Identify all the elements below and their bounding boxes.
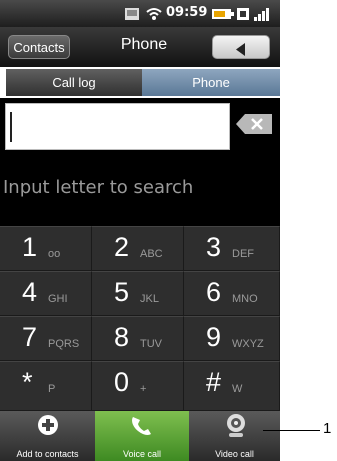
key-letters: PQRS: [48, 338, 80, 350]
key-letters: oo: [48, 248, 61, 260]
key-2[interactable]: 2 ABC: [92, 226, 184, 271]
key-letters: TUV: [140, 338, 162, 350]
sim-icon: [236, 6, 250, 25]
phone-screen: 09:59 Contacts Phone Call log Phone Inpu…: [0, 0, 280, 461]
key-digit: 5: [114, 277, 130, 307]
add-to-contacts-button[interactable]: Add to contacts: [0, 411, 95, 461]
key-letters: P: [48, 383, 56, 395]
tab-call-log[interactable]: Call log: [6, 69, 142, 96]
tab-bar: Call log Phone: [0, 67, 280, 98]
key-letters: MNO: [232, 293, 258, 305]
key-digit: 7: [22, 322, 38, 352]
video-call-label: Video call: [215, 449, 254, 459]
status-bar: 09:59: [0, 0, 280, 27]
video-call-button[interactable]: Video call: [189, 411, 280, 461]
back-button[interactable]: [212, 35, 270, 59]
key-6[interactable]: 6 MNO: [184, 271, 280, 316]
callout-line: [263, 430, 320, 431]
back-arrow-icon: [235, 41, 247, 60]
text-cursor: [10, 112, 12, 142]
key-7[interactable]: 7 PQRS: [0, 316, 92, 361]
key-digit: 2: [114, 232, 130, 262]
key-8[interactable]: 8 TUV: [92, 316, 184, 361]
signal-icon: [254, 6, 272, 25]
key-digit: 3: [206, 232, 222, 262]
wifi-icon: [146, 6, 162, 25]
key-letters: W: [232, 383, 243, 395]
phone-handset-icon: [129, 414, 155, 442]
add-to-contacts-label: Add to contacts: [16, 449, 79, 459]
media-icon: [124, 6, 140, 25]
voice-call-label: Voice call: [122, 449, 162, 459]
tab-phone[interactable]: Phone: [142, 69, 280, 96]
video-camera-icon: [224, 413, 248, 443]
key-9[interactable]: 9 WXYZ: [184, 316, 280, 361]
key-digit: 6: [206, 277, 222, 307]
key-star[interactable]: * P: [0, 361, 92, 411]
key-letters: JKL: [140, 293, 159, 305]
battery-icon: [212, 6, 234, 25]
key-digit: 4: [22, 277, 38, 307]
key-digit: #: [206, 367, 222, 397]
key-hash[interactable]: # W: [184, 361, 280, 411]
number-input[interactable]: [5, 103, 230, 150]
key-letters: GHI: [48, 293, 68, 305]
key-digit: 1: [22, 232, 38, 262]
key-digit: 8: [114, 322, 130, 352]
voice-call-button[interactable]: Voice call: [95, 411, 189, 461]
key-letters: DEF: [232, 248, 254, 260]
callout-number: 1: [323, 420, 332, 437]
backspace-icon: [236, 114, 272, 138]
page-title: Phone: [120, 36, 168, 53]
key-4[interactable]: 4 GHI: [0, 271, 92, 316]
key-digit: *: [22, 367, 33, 397]
key-letters: +: [140, 383, 147, 395]
key-5[interactable]: 5 JKL: [92, 271, 184, 316]
key-letters: ABC: [140, 248, 163, 260]
add-icon: [37, 414, 59, 440]
search-hint: Input letter to search: [3, 177, 194, 198]
key-digit: 9: [206, 322, 222, 352]
contacts-button[interactable]: Contacts: [8, 35, 70, 59]
action-bar: Add to contacts Voice call Video call: [0, 411, 280, 461]
key-1[interactable]: 1 oo: [0, 226, 92, 271]
dial-keypad: 1 oo 2 ABC 3 DEF 4 GHI 5 JKL 6 MNO 7 PQR…: [0, 226, 280, 411]
key-letters: WXYZ: [232, 338, 264, 350]
title-bar: Contacts Phone: [0, 27, 280, 67]
key-3[interactable]: 3 DEF: [184, 226, 280, 271]
key-0[interactable]: 0 +: [92, 361, 184, 411]
backspace-button[interactable]: [236, 114, 272, 134]
status-time: 09:59: [166, 5, 208, 20]
key-digit: 0: [114, 367, 130, 397]
